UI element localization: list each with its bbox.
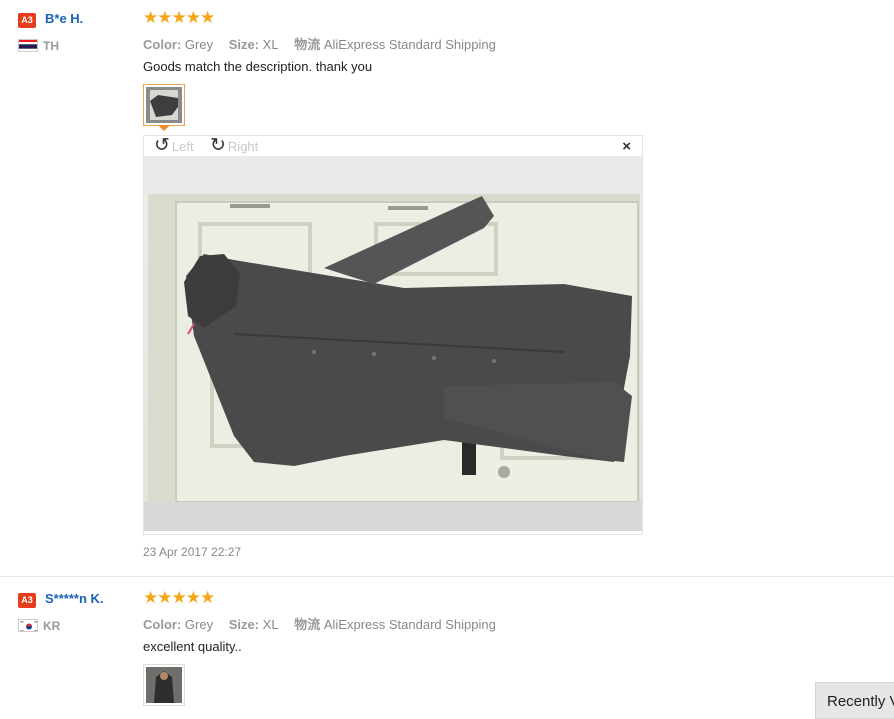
order-info: Color: Grey Size: XL 物流 AliExpress Stand… [143, 614, 496, 633]
review-photo-thumbnail[interactable] [143, 84, 185, 126]
thailand-flag-icon [18, 39, 38, 52]
color-label: Color: [143, 617, 182, 632]
color-value: Grey [184, 617, 214, 632]
review-item: A3 S*****n K. KR ★★★★★ Color: Grey Size:… [0, 578, 894, 719]
order-info: Color: Grey Size: XL 物流 AliExpress Stand… [143, 34, 496, 53]
rotate-right-label: Right [227, 138, 259, 154]
shipping-label: 物流 [294, 37, 321, 52]
rotate-left-icon: ↺ [154, 135, 170, 156]
star-rating: ★★★★★ [143, 588, 215, 607]
review-date: 23 Apr 2017 22:27 [143, 545, 242, 559]
rotate-right-button[interactable]: ↻ Right [210, 135, 259, 156]
size-value: XL [262, 37, 279, 52]
size-value: XL [262, 617, 279, 632]
color-value: Grey [184, 37, 214, 52]
shipping-value: AliExpress Standard Shipping [323, 37, 496, 52]
close-icon[interactable]: × [622, 138, 631, 155]
viewer-toolbar: ↺ Left ↻ Right × [144, 136, 642, 156]
rotate-left-button[interactable]: ↺ Left [154, 135, 194, 156]
buyer-level-badge: A3 [18, 13, 36, 28]
photo-viewer: ↺ Left ↻ Right × [143, 135, 643, 535]
review-photo-thumbnail[interactable] [143, 664, 185, 706]
review-photo [144, 156, 642, 531]
reviewer-name[interactable]: S*****n K. [45, 591, 104, 606]
reviewer-country: TH [43, 39, 59, 53]
thumbnail-pointer [158, 125, 170, 131]
reviewer-country: KR [43, 619, 61, 633]
korea-flag-icon [18, 619, 38, 632]
buyer-level-badge: A3 [18, 593, 36, 608]
review-comment: Goods match the description. thank you [143, 59, 373, 74]
size-label: Size: [228, 617, 260, 632]
reviewer-name[interactable]: B*e H. [45, 11, 83, 26]
star-rating: ★★★★★ [143, 8, 215, 27]
shipping-value: AliExpress Standard Shipping [323, 617, 496, 632]
recently-viewed-tab[interactable]: Recently Viewed [815, 682, 894, 719]
review-item: A3 B*e H. TH ★★★★★ Color: Grey Size: XL … [0, 0, 894, 577]
rotate-right-icon: ↻ [210, 135, 226, 156]
size-label: Size: [228, 37, 260, 52]
shipping-label: 物流 [294, 617, 321, 632]
color-label: Color: [143, 37, 182, 52]
rotate-left-label: Left [171, 138, 194, 154]
review-comment: excellent quality.. [143, 639, 242, 654]
